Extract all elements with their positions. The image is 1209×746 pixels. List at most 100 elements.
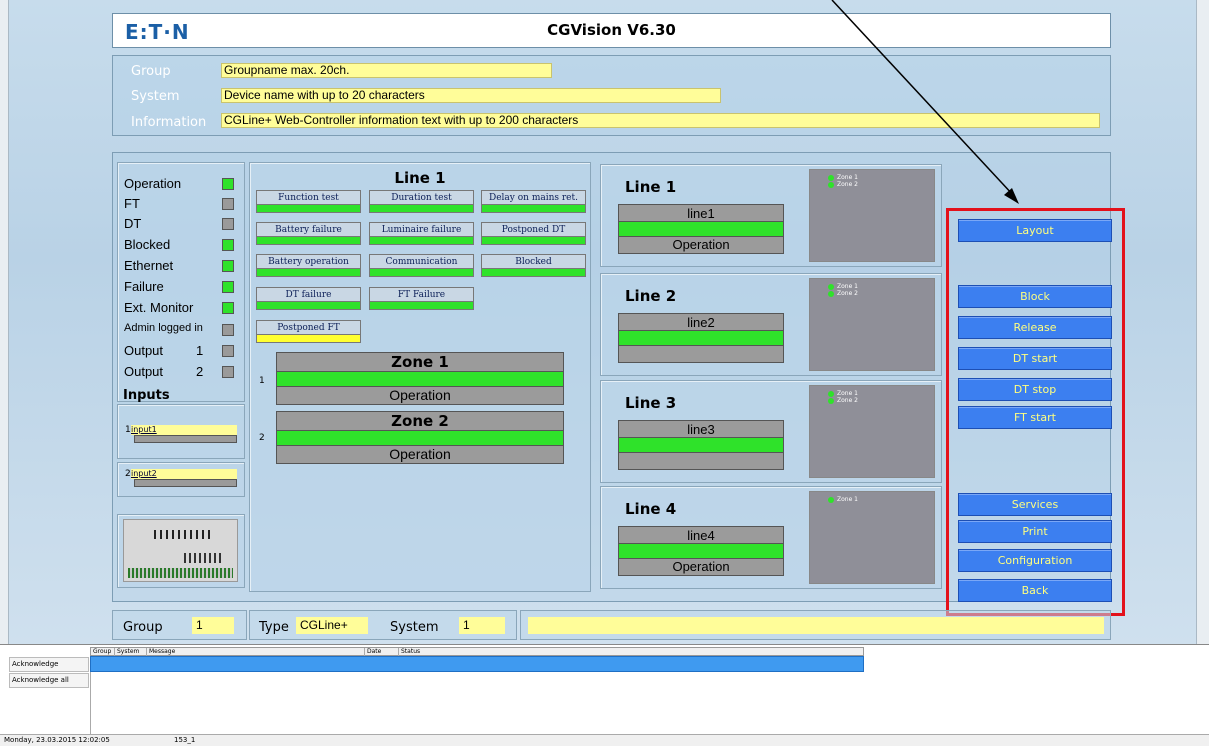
right-border xyxy=(1196,0,1209,644)
line-name: line1 xyxy=(619,205,783,222)
line-function-indicator xyxy=(370,269,473,276)
line-function-7[interactable]: Battery operation xyxy=(256,254,361,277)
highlight-frame xyxy=(946,208,1125,616)
line-function-6[interactable]: Postponed DT xyxy=(481,222,586,245)
line-function-label: Battery operation xyxy=(257,255,360,269)
status-label-5: Ethernet xyxy=(124,258,174,273)
status-datetime: Monday, 23.03.2015 12:02:05 xyxy=(4,736,110,744)
line-function-12[interactable]: Postponed FT xyxy=(256,320,361,343)
line-status-box-3[interactable]: line3 xyxy=(618,420,784,470)
status-dot-icon xyxy=(828,283,834,290)
line-indicator xyxy=(619,331,783,346)
zone-2-indicator xyxy=(277,431,563,446)
line-function-indicator xyxy=(257,302,360,309)
column-group[interactable]: Group xyxy=(91,648,115,656)
acknowledge-all-button[interactable]: Acknowledge all xyxy=(9,673,89,688)
status-indicator-10 xyxy=(222,366,234,378)
line-function-indicator xyxy=(257,237,360,244)
line-indicator xyxy=(619,544,783,559)
line-function-1[interactable]: Function test xyxy=(256,190,361,213)
zone-2-box[interactable]: Zone 2 Operation xyxy=(276,411,564,464)
zone-legend-2: Zone 1 Zone 2 xyxy=(809,278,935,371)
line-function-5[interactable]: Luminaire failure xyxy=(369,222,474,245)
line-function-indicator xyxy=(482,205,585,212)
zone-legend-item: Zone 1 xyxy=(828,390,934,397)
line-function-label: Blocked xyxy=(482,255,585,269)
input-2-num: 2 xyxy=(125,469,131,479)
line-function-indicator xyxy=(370,302,473,309)
message-table-header: Group System Message Date Status xyxy=(90,647,864,656)
line-name: line4 xyxy=(619,527,783,544)
line-name: line2 xyxy=(619,314,783,331)
line-function-label: Function test xyxy=(257,191,360,205)
message-row-selected[interactable] xyxy=(90,656,864,672)
status-dot-icon xyxy=(828,174,834,181)
line-function-indicator xyxy=(370,237,473,244)
status-label-7: Ext. Monitor xyxy=(124,300,194,315)
zone-1-indicator xyxy=(277,372,563,387)
bottom-group-value: 1 xyxy=(192,617,234,634)
input-1-name[interactable]: input1 xyxy=(131,425,237,435)
message-list-body xyxy=(90,672,1209,734)
status-output-num-2: 2 xyxy=(196,364,204,379)
bottom-group-label: Group xyxy=(123,620,163,635)
line-function-11[interactable]: FT Failure xyxy=(369,287,474,310)
input-2-name[interactable]: input2 xyxy=(131,469,237,479)
status-indicator-3 xyxy=(222,218,234,230)
column-system[interactable]: System xyxy=(115,648,147,656)
line-function-4[interactable]: Battery failure xyxy=(256,222,361,245)
column-date[interactable]: Date xyxy=(365,648,399,656)
line-status: Operation xyxy=(672,237,730,252)
app-title: CGVision V6.30 xyxy=(547,21,676,39)
line-status-box-1[interactable]: line1 Operation xyxy=(618,204,784,254)
status-label-6: Failure xyxy=(124,279,164,294)
line-indicator xyxy=(619,438,783,453)
line-status-box-4[interactable]: line4 Operation xyxy=(618,526,784,576)
status-dot-icon xyxy=(828,390,834,397)
controller-device-image xyxy=(123,519,238,582)
line-function-indicator xyxy=(257,269,360,276)
line-function-9[interactable]: Blocked xyxy=(481,254,586,277)
zone-legend-item: Zone 2 xyxy=(828,290,934,297)
status-label-10: Output xyxy=(124,364,164,379)
zone-2-num: 2 xyxy=(259,433,265,443)
zone-legend-item: Zone 2 xyxy=(828,397,934,404)
bottom-message-field xyxy=(528,617,1104,634)
line-function-2[interactable]: Duration test xyxy=(369,190,474,213)
column-status[interactable]: Status xyxy=(399,648,865,656)
zone-legend-item: Zone 1 xyxy=(828,174,934,181)
column-message[interactable]: Message xyxy=(147,648,365,656)
line-indicator xyxy=(619,222,783,237)
status-label-9: Output xyxy=(124,343,164,358)
line-function-label: Delay on mains ret. xyxy=(482,191,585,205)
status-label-8: Admin logged in xyxy=(124,322,203,334)
zone-legend-label: Zone 1 xyxy=(837,174,858,181)
zone-legend-3: Zone 1 Zone 2 xyxy=(809,385,935,478)
input-1-status xyxy=(134,435,237,443)
status-label-2: FT xyxy=(124,196,140,211)
zone-legend-label: Zone 1 xyxy=(837,283,858,290)
input-1-num: 1 xyxy=(125,425,131,435)
acknowledge-button[interactable]: Acknowledge xyxy=(9,657,89,672)
line-status-box-2[interactable]: line2 xyxy=(618,313,784,363)
line-name: line3 xyxy=(619,421,783,438)
line-function-10[interactable]: DT failure xyxy=(256,287,361,310)
line-function-8[interactable]: Communication xyxy=(369,254,474,277)
line-function-3[interactable]: Delay on mains ret. xyxy=(481,190,586,213)
line-status: Operation xyxy=(672,559,730,574)
zone-legend-item: Zone 1 xyxy=(828,496,934,503)
zone-1-box[interactable]: Zone 1 Operation xyxy=(276,352,564,405)
status-dot-icon xyxy=(828,496,834,503)
bottom-type-label: Type xyxy=(259,620,289,635)
zone-legend-label: Zone 2 xyxy=(837,397,858,404)
system-label: System xyxy=(131,89,180,104)
line-function-label: Battery failure xyxy=(257,223,360,237)
bottom-system-label: System xyxy=(390,620,439,635)
line-function-indicator xyxy=(370,205,473,212)
line-function-label: FT Failure xyxy=(370,288,473,302)
status-code: 153_1 xyxy=(174,736,196,744)
status-indicator-2 xyxy=(222,198,234,210)
status-indicator-1 xyxy=(222,178,234,190)
status-label-1: Operation xyxy=(124,176,182,191)
line-function-label: Luminaire failure xyxy=(370,223,473,237)
